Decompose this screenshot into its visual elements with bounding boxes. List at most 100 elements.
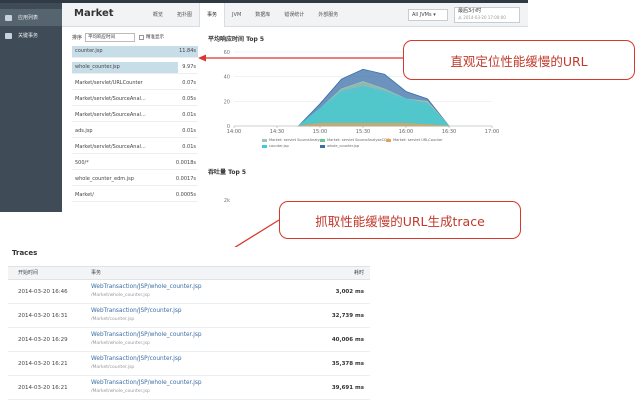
callout-generate-trace: 抓取性能缓慢的URL生成trace — [279, 201, 521, 239]
trace-start-time: 2014-03-20 16:21 — [18, 385, 68, 391]
trace-duration: 3,002 ms — [335, 289, 364, 295]
trace-start-time: 2014-03-20 16:31 — [18, 313, 68, 319]
sidebar-item-apps[interactable]: 应用列表 — [0, 9, 62, 26]
url-row[interactable]: counter.jsp 11.84s — [72, 45, 198, 58]
apm-app-screenshot: 应用列表 关键事务 Market 概览 拓扑图 事务 JVM 数据库 错误统计 … — [0, 0, 528, 212]
trace-row[interactable]: 2014-03-20 16:21 WebTransaction/JSP/count… — [8, 353, 370, 376]
tab-transactions[interactable]: 事务 — [199, 3, 226, 27]
trace-path: /Market/counter.jsp — [91, 317, 135, 322]
tab-external-services[interactable]: 外部服务 — [311, 3, 345, 27]
url-row[interactable]: ads.jsp 0.01s — [72, 125, 198, 138]
tab-errors[interactable]: 错误统计 — [277, 3, 311, 27]
trace-transaction-link[interactable]: WebTransaction/JSP/counter.jsp — [91, 356, 182, 362]
legend-entry[interactable]: whole_counter.jsp — [320, 144, 359, 148]
x-tick-label: 15:00 — [313, 129, 327, 135]
nav-tabs: 概览 拓扑图 事务 JVM 数据库 错误统计 外部服务 — [146, 3, 345, 27]
precise-display-checkbox[interactable] — [139, 34, 145, 40]
url-row-value: 0.0017s — [175, 176, 196, 182]
legend-entry[interactable]: counter.jsp — [262, 144, 289, 148]
list-icon — [5, 14, 12, 21]
url-row[interactable]: Market/servlet/SourceAnal... 0.01s — [72, 109, 198, 122]
url-row-value: 0.0018s — [175, 160, 196, 166]
url-row-value: 9.97s — [182, 64, 196, 70]
trace-row[interactable]: 2014-03-20 16:21 WebTransaction/JSP/whole… — [8, 377, 370, 400]
trace-path: /Market/counter.jsp — [91, 365, 135, 370]
trace-transaction-link[interactable]: WebTransaction/JSP/whole_counter.jsp — [91, 332, 202, 338]
x-tick-label: 14:00 — [227, 129, 241, 135]
url-row[interactable]: Market/servlet/SourceAnal... 0.05s — [72, 93, 198, 106]
time-range-picker[interactable]: 最后3小时 从 2014-03-20 17:00:00 — [454, 7, 520, 23]
url-row-name: Market/servlet/SourceAnal... — [75, 96, 146, 102]
url-row-value: 0.01s — [182, 144, 196, 150]
trace-transaction-link[interactable]: WebTransaction/JSP/counter.jsp — [91, 308, 182, 314]
trace-start-time: 2014-03-20 16:21 — [18, 361, 68, 367]
trace-transaction-link[interactable]: WebTransaction/JSP/whole_counter.jsp — [91, 284, 202, 290]
x-tick-label: 15:30 — [356, 129, 370, 135]
legend-entry[interactable]: Market: servlet URLCounter — [386, 138, 443, 142]
column-header-start-time[interactable]: 开始时间 — [18, 267, 38, 280]
url-row[interactable]: whole_counter_edm.jsp 0.0017s — [72, 173, 198, 186]
legend-swatch — [262, 138, 267, 142]
url-row-name: 500/* — [75, 160, 89, 166]
trace-row[interactable]: 2014-03-20 16:31 WebTransaction/JSP/count… — [8, 305, 370, 328]
url-row-name: counter.jsp — [75, 48, 103, 54]
throughput-chart: 2k — [224, 198, 230, 204]
x-tick-label: 17:00 — [485, 129, 499, 135]
tab-jvm[interactable]: JVM — [225, 3, 248, 27]
trace-duration: 39,691 ms — [331, 385, 364, 391]
x-tick-label: 16:30 — [442, 129, 456, 135]
app-title: Market — [74, 8, 114, 19]
traces-title: Traces — [12, 249, 38, 257]
sidebar-item-label: 关键事务 — [18, 33, 39, 39]
url-row[interactable]: 500/* 0.0018s — [72, 157, 198, 170]
chart-title-response-time: 平均响应时间 Top 5 — [208, 36, 265, 43]
tab-overview[interactable]: 概览 — [146, 3, 170, 27]
time-range-detail: 从 2014-03-20 17:00:00 — [458, 15, 506, 20]
legend-swatch — [320, 138, 325, 142]
legend-label: counter.jsp — [269, 144, 289, 148]
url-row-value: 0.01s — [182, 128, 196, 134]
url-row[interactable]: Market/servlet/URLCounter 0.07s — [72, 77, 198, 90]
url-row-value: 0.0005s — [175, 192, 196, 198]
legend-swatch — [386, 138, 391, 142]
key-icon — [5, 32, 12, 39]
traces-panel: Traces 开始时间 事务 耗时 2014-03-20 16:46 WebTra… — [8, 247, 370, 402]
legend-swatch — [262, 144, 267, 148]
app-header: Market 概览 拓扑图 事务 JVM 数据库 错误统计 外部服务 All J… — [62, 3, 528, 27]
sidebar-item-label: 应用列表 — [18, 15, 39, 21]
sort-select[interactable]: 平均响应时间 — [85, 32, 136, 42]
legend-entry[interactable]: Market: servlet SourceAnalyst — [262, 138, 323, 142]
tab-database[interactable]: 数据库 — [248, 3, 277, 27]
y-tick-label: 2k — [224, 198, 230, 204]
url-row-name: Market/servlet/URLCounter — [75, 80, 143, 86]
url-row-name: Market/ — [75, 192, 94, 198]
url-row-value: 0.07s — [182, 80, 196, 86]
traces-table-header: 开始时间 事务 耗时 — [8, 266, 370, 280]
sidebar-item-key-transactions[interactable]: 关键事务 — [0, 27, 62, 44]
url-row-value: 0.01s — [182, 112, 196, 118]
checkbox-label: 精准显示 — [146, 35, 165, 40]
url-row-name: Market/servlet/SourceAnal... — [75, 112, 146, 118]
jvm-select[interactable]: All JVMs ▾ — [408, 9, 448, 21]
column-header-duration[interactable]: 耗时 — [354, 267, 364, 280]
url-list-panel: 排序 平均响应时间 精准显示 counter.jsp 11.84s whole_co… — [72, 30, 198, 208]
sidebar: 应用列表 关键事务 — [0, 3, 62, 212]
trace-row[interactable]: 2014-03-20 16:29 WebTransaction/JSP/whole… — [8, 329, 370, 352]
url-row[interactable]: Market/servlet/SourceAnal... 0.01s — [72, 141, 198, 154]
chart-title-throughput: 吞吐量 Top 5 — [208, 169, 247, 176]
trace-transaction-link[interactable]: WebTransaction/JSP/whole_counter.jsp — [91, 380, 202, 386]
url-row-name: whole_counter_edm.jsp — [75, 176, 134, 182]
url-row-name: ads.jsp — [75, 128, 93, 134]
url-row-name: Market/servlet/SourceAnal... — [75, 144, 146, 150]
url-row[interactable]: Market/0.0005s — [72, 189, 198, 202]
trace-path: /Market/whole_counter.jsp — [91, 341, 150, 346]
y-tick-label: 60 — [224, 50, 230, 56]
column-header-transaction[interactable]: 事务 — [91, 267, 101, 280]
trace-row[interactable]: 2014-03-20 16:46 WebTransaction/JSP/whole… — [8, 281, 370, 304]
legend-entry[interactable]: Market: servlet SourceAnalyseCDC — [320, 138, 389, 142]
legend-label: Market: servlet URLCounter — [393, 138, 443, 142]
url-row[interactable]: whole_counter.jsp 9.97s — [72, 61, 198, 74]
tab-topology[interactable]: 拓扑图 — [170, 3, 199, 27]
time-range-label: 最后3小时 — [458, 8, 482, 14]
trace-start-time: 2014-03-20 16:29 — [18, 337, 68, 343]
